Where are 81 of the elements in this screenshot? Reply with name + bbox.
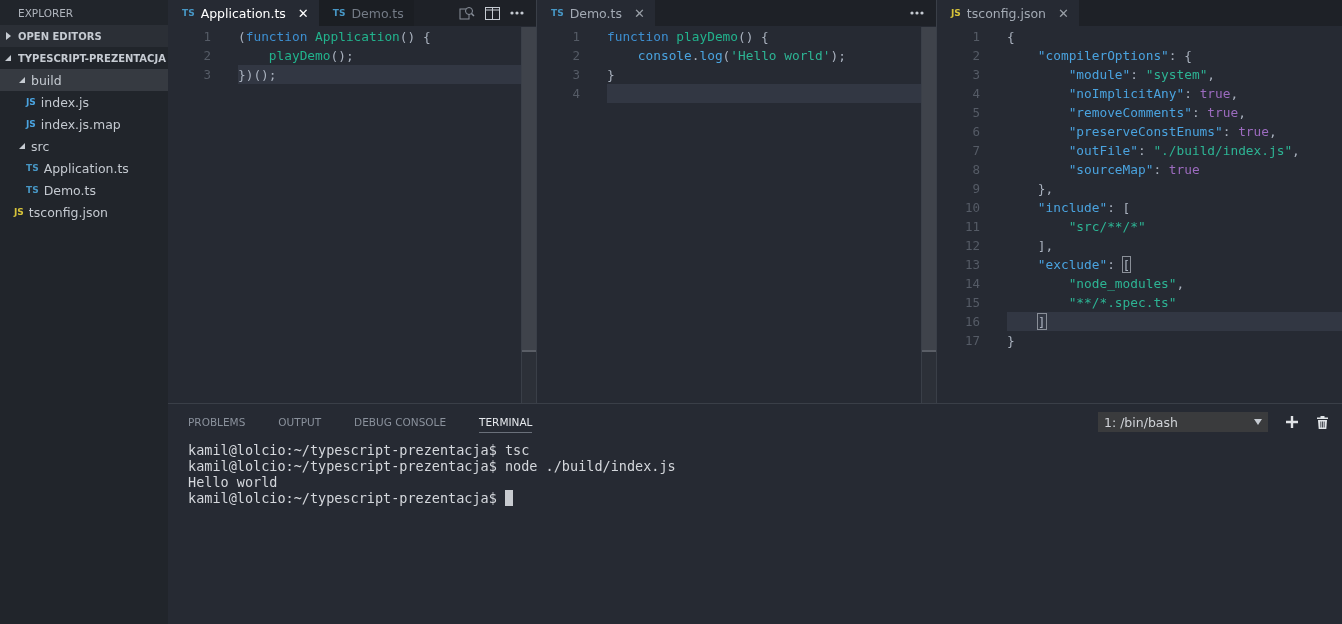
editor-tab[interactable]: TS Application.ts ✕ xyxy=(168,0,319,26)
file-type-icon: TS xyxy=(26,185,39,195)
editor-tab[interactable]: TS Demo.ts ✕ xyxy=(537,0,655,26)
file-name: Demo.ts xyxy=(43,182,96,198)
file-type-icon: TS xyxy=(551,8,564,18)
code-line: "include": [ xyxy=(1036,199,1132,217)
expanded-arrow-icon[interactable] xyxy=(4,54,12,62)
file-type-icon: JS xyxy=(26,97,36,107)
code-line: (function Application() { xyxy=(238,28,432,46)
code-line: "removeComments": true, xyxy=(1067,104,1247,122)
sidebar-title: EXPLORER xyxy=(17,5,75,21)
file-name: index.js.map xyxy=(40,116,121,132)
file-type-icon: TS xyxy=(26,163,39,173)
more-icon[interactable] xyxy=(510,11,524,15)
code-line: ], xyxy=(1036,237,1055,255)
code-line: } xyxy=(607,66,616,84)
terminal-line: Hello world xyxy=(188,474,278,490)
file-type-icon: JS xyxy=(14,207,24,217)
folder-item[interactable]: build xyxy=(0,69,168,91)
code-line: "**/*.spec.ts" xyxy=(1067,294,1178,312)
trash-icon[interactable] xyxy=(1317,415,1328,429)
tab-label: Demo.ts xyxy=(351,5,404,21)
terminal-select[interactable]: 1: /bin/bash xyxy=(1098,412,1268,432)
dropdown-caret-icon xyxy=(1254,419,1262,425)
file-item[interactable]: JS index.js xyxy=(0,91,168,113)
file-name: index.js xyxy=(40,94,89,110)
close-icon[interactable]: ✕ xyxy=(1058,5,1069,21)
terminal-line: kamil@lolcio:~/typescript-prezentacja$ node ./build/index.js xyxy=(188,458,676,474)
folder-item[interactable]: src xyxy=(0,135,168,157)
file-item[interactable]: JS index.js.map xyxy=(0,113,168,135)
panel-tab[interactable]: DEBUG CONSOLE xyxy=(354,411,447,433)
file-item[interactable]: TS Application.ts xyxy=(0,157,168,179)
scrollbar[interactable] xyxy=(521,27,536,403)
section-header[interactable]: OPEN EDITORS xyxy=(0,25,168,47)
tab-label: Application.ts xyxy=(200,5,286,21)
folder-name: build xyxy=(31,72,62,88)
code-line: { xyxy=(1007,28,1016,46)
section-title: TYPESCRIPT-PREZENTACJA xyxy=(18,52,166,64)
tab-label: tsconfig.json xyxy=(966,5,1047,21)
editor-tab[interactable]: TS Demo.ts xyxy=(318,0,414,26)
code-line: "outFile": "./build/index.js", xyxy=(1067,142,1301,160)
code-line: "noImplicitAny": true, xyxy=(1067,85,1240,103)
code-line: "src/**/*" xyxy=(1067,218,1147,236)
terminal-line: kamil@lolcio:~/typescript-prezentacja$ tsc xyxy=(188,442,530,458)
code-line: } xyxy=(1007,332,1016,350)
file-item[interactable]: TS Demo.ts xyxy=(0,179,168,201)
split-editor-icon[interactable] xyxy=(485,6,500,20)
section-title: OPEN EDITORS xyxy=(18,30,102,42)
file-name: tsconfig.json xyxy=(28,204,109,220)
code-line: playDemo(); xyxy=(267,47,355,65)
code-line: "preserveConstEnums": true, xyxy=(1067,123,1278,141)
more-icon[interactable] xyxy=(910,11,924,15)
editor-tab[interactable]: JS tsconfig.json ✕ xyxy=(937,0,1079,26)
code-line: "exclude": [ xyxy=(1036,256,1132,274)
plus-icon[interactable] xyxy=(1286,416,1298,428)
tab-label: Demo.ts xyxy=(569,5,622,21)
terminal-line: kamil@lolcio:~/typescript-prezentacja$ xyxy=(188,490,497,506)
code-line: "node_modules", xyxy=(1067,275,1186,293)
file-type-icon: TS xyxy=(332,8,346,18)
panel-tab[interactable]: PROBLEMS xyxy=(188,411,246,433)
collapsed-arrow-icon[interactable] xyxy=(4,32,12,40)
code-line: "sourceMap": true xyxy=(1067,161,1201,179)
close-icon[interactable]: ✕ xyxy=(633,5,645,21)
code-line: }, xyxy=(1036,180,1055,198)
panel-tab[interactable]: TERMINAL xyxy=(479,411,533,433)
file-type-icon: JS xyxy=(951,8,961,18)
file-item[interactable]: JS tsconfig.json xyxy=(0,201,168,223)
find-icon[interactable] xyxy=(459,5,475,21)
code-line: "module": "system", xyxy=(1067,66,1217,84)
file-type-icon: TS xyxy=(182,8,195,18)
file-name: Application.ts xyxy=(43,160,129,176)
close-icon[interactable]: ✕ xyxy=(297,5,309,21)
expanded-arrow-icon[interactable] xyxy=(18,76,26,84)
file-type-icon: JS xyxy=(26,119,36,129)
expanded-arrow-icon[interactable] xyxy=(18,142,26,150)
code-line: console.log('Hello world'); xyxy=(636,47,847,65)
folder-name: src xyxy=(31,138,50,154)
code-line: "compilerOptions": { xyxy=(1036,47,1193,65)
scrollbar[interactable] xyxy=(921,27,936,403)
code-line: function playDemo() { xyxy=(607,28,770,46)
panel-tab[interactable]: OUTPUT xyxy=(278,411,322,433)
